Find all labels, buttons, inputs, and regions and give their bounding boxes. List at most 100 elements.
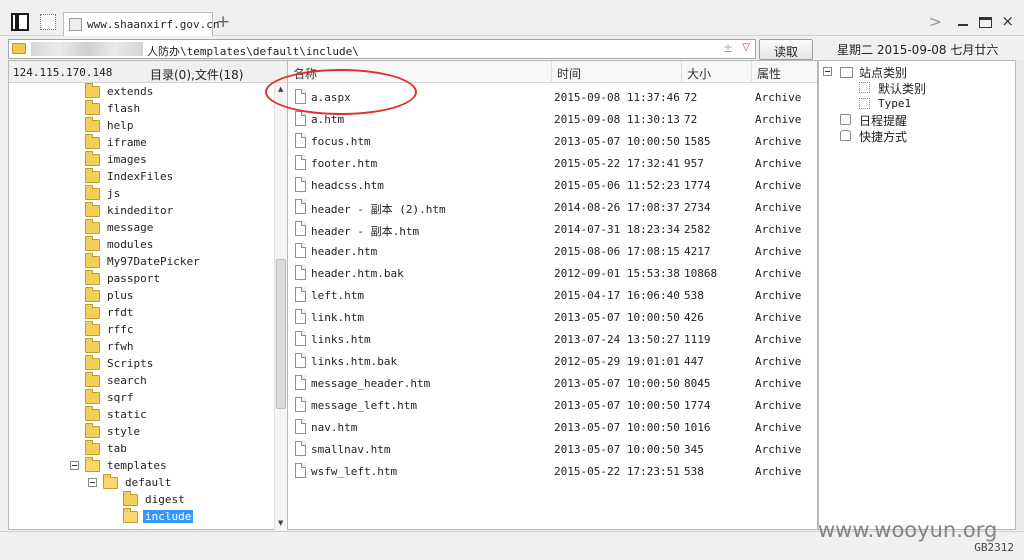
file-row[interactable]: focus.htm 2013-05-07 10:00:50 1585 Archive [288, 130, 817, 152]
file-row[interactable]: a.htm 2015-09-08 11:30:13 72 Archive [288, 108, 817, 130]
file-time: 2013-05-07 10:00:50 [554, 311, 680, 324]
tree-item-label: iframe [107, 136, 147, 149]
file-time: 2015-05-06 11:52:23 [554, 179, 680, 192]
folder-icon [85, 270, 100, 285]
redacted-path [31, 42, 143, 56]
tree-item-label: sqrf [107, 391, 134, 404]
tree-item-label: rfdt [107, 306, 134, 319]
server-ip: 124.115.170.148 [13, 66, 113, 79]
file-time: 2014-08-26 17:08:37 [554, 201, 680, 214]
tree-item-label: rfwh [107, 340, 134, 353]
address-bar[interactable]: 人防办\templates\default\include\ ± ▽ [8, 39, 756, 59]
collapse-icon[interactable] [823, 67, 832, 76]
folder-icon [85, 389, 100, 404]
tree-item-label: Scripts [107, 357, 154, 370]
file-row[interactable]: headcss.htm 2015-05-06 11:52:23 1774 Archiv… [288, 174, 817, 196]
site-category-label: 站点类别 [859, 66, 908, 80]
file-row[interactable]: message_left.htm 2013-05-07 10:00:50 1774 A… [288, 394, 817, 416]
chevron-right-icon[interactable]: > [929, 12, 942, 31]
side-panel: 站点类别 默认类别 Type1 日程提醒 快捷方式 [818, 60, 1016, 530]
scroll-up-icon[interactable]: ▲ [278, 85, 283, 93]
file-time: 2013-05-07 10:00:50 [554, 377, 680, 390]
chevron-down-icon[interactable]: ▽ [742, 42, 750, 53]
tab-bar: www.shaanxirf.gov.cn + > × [0, 0, 1024, 36]
file-row[interactable]: a.aspx 2015-09-08 11:37:46 72 Archive [288, 86, 817, 108]
tree-scrollbar[interactable]: ▲ ▼ [274, 83, 287, 530]
collapse-icon[interactable] [70, 461, 79, 470]
address-path[interactable]: 人防办\templates\default\include\ [147, 43, 359, 59]
maximize-button[interactable] [979, 17, 992, 28]
file-row[interactable]: message_header.htm 2013-05-07 10:00:50 804… [288, 372, 817, 394]
folder-icon [85, 406, 100, 421]
new-tab-button[interactable]: + [216, 14, 230, 31]
file-row[interactable]: smallnav.htm 2013-05-07 10:00:50 345 Archiv… [288, 438, 817, 460]
folder-icon [85, 100, 100, 115]
column-size[interactable]: 大小 [681, 61, 751, 83]
tree-item-label: tab [107, 442, 127, 455]
scroll-thumb[interactable] [276, 259, 286, 409]
file-row[interactable]: links.htm 2013-07-24 13:50:27 1119 Archive [288, 328, 817, 350]
file-size: 72 [684, 113, 698, 126]
tree-item-label: IndexFiles [107, 170, 174, 183]
collapse-icon[interactable] [88, 478, 97, 487]
file-icon [295, 419, 306, 434]
file-time: 2015-09-08 11:37:46 [554, 91, 680, 104]
scroll-down-icon[interactable]: ▼ [278, 519, 283, 527]
directory-tree: extends flash help iframe images IndexFiles js… [9, 83, 274, 530]
file-time: 2013-05-07 10:00:50 [554, 399, 680, 412]
encoding-indicator[interactable]: GB2312 [974, 541, 1014, 554]
file-row[interactable]: link.htm 2013-05-07 10:00:50 426 Archive [288, 306, 817, 328]
read-button[interactable]: 读取 [759, 39, 813, 60]
folder-icon [85, 253, 100, 268]
tab-active[interactable]: www.shaanxirf.gov.cn [63, 12, 219, 36]
file-row[interactable]: header - 副本.htm 2014-07-31 18:23:34 2582 Ar… [288, 218, 817, 240]
file-attr: Archive [755, 465, 802, 478]
file-row[interactable]: header.htm.bak 2012-09-01 15:53:38 10868 Ar… [288, 262, 817, 284]
folder-icon [85, 134, 100, 149]
tree-item-label: images [107, 153, 147, 166]
file-icon [295, 221, 306, 236]
file-name: footer.htm [311, 157, 378, 170]
panel-toggle-icon[interactable] [11, 13, 29, 31]
type1-label: Type1 [878, 97, 912, 110]
file-name: links.htm [311, 333, 371, 346]
file-time: 2013-07-24 13:50:27 [554, 333, 680, 346]
file-time: 2015-05-22 17:32:41 [554, 157, 680, 170]
file-icon [295, 133, 306, 148]
file-name: focus.htm [311, 135, 371, 148]
file-size: 1119 [684, 333, 711, 346]
folder-icon [85, 202, 100, 217]
file-row[interactable]: nav.htm 2013-05-07 10:00:50 1016 Archive [288, 416, 817, 438]
default-category-label: 默认类别 [878, 82, 927, 96]
folder-icon [85, 236, 100, 251]
bookmark-toggle-icon[interactable]: ± [723, 41, 733, 55]
page-icon[interactable] [40, 14, 56, 30]
column-name[interactable]: 名称 [288, 61, 551, 83]
file-name: link.htm [311, 311, 364, 324]
file-row[interactable]: wsfw_left.htm 2015-05-22 17:23:51 538 Archi… [288, 460, 817, 482]
file-attr: Archive [755, 245, 802, 258]
column-attr[interactable]: 属性 [751, 61, 817, 83]
folder-icon [85, 355, 100, 370]
folder-icon [85, 168, 100, 183]
file-size: 447 [684, 355, 704, 368]
file-row[interactable]: left.htm 2015-04-17 16:06:40 538 Archive [288, 284, 817, 306]
file-time: 2015-05-22 17:23:51 [554, 465, 680, 478]
tree-header: 124.115.170.148 目录(0),文件(18) [9, 61, 287, 83]
close-button[interactable]: × [1001, 12, 1014, 30]
folder-icon [85, 185, 100, 200]
schedule-label: 日程提醒 [859, 114, 908, 128]
file-size: 2582 [684, 223, 711, 236]
file-time: 2015-09-08 11:30:13 [554, 113, 680, 126]
file-row[interactable]: footer.htm 2015-05-22 17:32:41 957 Archive [288, 152, 817, 174]
minimize-button[interactable] [958, 24, 968, 26]
tree-item-label: message [107, 221, 154, 234]
file-row[interactable]: header.htm 2015-08-06 17:08:15 4217 Archive [288, 240, 817, 262]
file-size: 538 [684, 465, 704, 478]
folder-icon [85, 321, 100, 336]
file-list-header: 名称 时间 大小 属性 [288, 61, 817, 83]
file-row[interactable]: links.htm.bak 2012-05-29 19:01:01 447 Archi… [288, 350, 817, 372]
file-name: header - 副本 (2).htm [311, 203, 446, 216]
file-row[interactable]: header - 副本 (2).htm 2014-08-26 17:08:37 27… [288, 196, 817, 218]
column-time[interactable]: 时间 [551, 61, 681, 83]
